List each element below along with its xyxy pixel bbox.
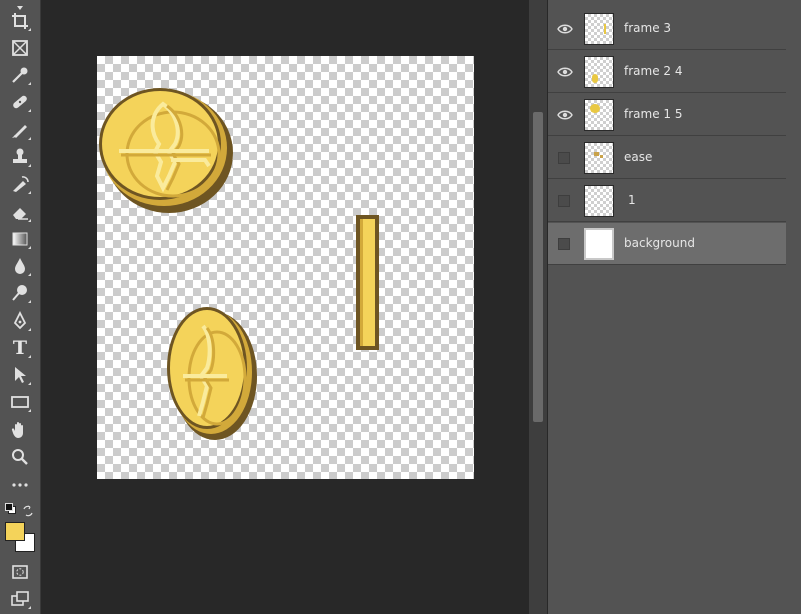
brush-tool[interactable]	[8, 118, 32, 142]
healing-brush-tool[interactable]	[8, 90, 32, 114]
dodge-tool[interactable]	[8, 281, 32, 305]
brush-icon	[12, 125, 27, 138]
layers-panel: frame 3 frame 2 4 frame 1 5 ease 1 backg…	[548, 0, 801, 614]
drop-icon	[15, 258, 25, 274]
layer-thumbnail	[584, 99, 614, 131]
foreground-color-swatch[interactable]	[5, 522, 25, 541]
quick-mask-icon	[12, 565, 28, 579]
layer-name: frame 2 4	[624, 64, 683, 78]
rectangle-tool[interactable]	[8, 390, 32, 414]
eyedropper-icon	[12, 67, 28, 83]
bandage-icon	[13, 95, 27, 109]
bar-coin-sprite	[356, 215, 379, 350]
tools-toolbar: T	[0, 0, 41, 614]
layer-name: background	[624, 236, 695, 250]
eraser-icon	[13, 208, 28, 220]
default-colors-icon[interactable]	[5, 503, 16, 514]
visibility-eye-icon[interactable]	[556, 106, 574, 124]
zoom-tool[interactable]	[8, 445, 32, 469]
vertical-scrollbar[interactable]	[529, 0, 547, 614]
gradient-tool[interactable]	[8, 227, 32, 251]
ellipsis-icon	[12, 483, 28, 487]
type-icon: T	[12, 337, 28, 359]
layer-row-frame-2-4[interactable]: frame 2 4	[548, 51, 786, 93]
screen-mode-tool[interactable]	[8, 587, 32, 611]
type-tool[interactable]: T	[8, 336, 32, 360]
hand-icon	[11, 422, 23, 438]
scrollbar-thumb[interactable]	[533, 112, 543, 422]
screen-mode-icon	[11, 591, 29, 606]
path-selection-tool[interactable]	[8, 363, 32, 387]
clone-stamp-tool[interactable]	[8, 145, 32, 169]
layer-name: 1	[628, 193, 636, 207]
layer-name: ease	[624, 150, 653, 164]
layer-thumbnail	[584, 228, 614, 260]
layer-row-ease[interactable]: ease	[548, 137, 786, 179]
history-brush-tool[interactable]	[8, 172, 32, 196]
frame-tool[interactable]	[8, 36, 32, 60]
layer-thumbnail	[584, 13, 614, 45]
layer-name: frame 1 5	[624, 107, 683, 121]
canvas-workspace	[41, 0, 528, 614]
pen-tool[interactable]	[8, 309, 32, 333]
visibility-toggle-box[interactable]	[558, 238, 570, 250]
layer-thumbnail	[584, 56, 614, 88]
gradient-icon	[12, 232, 28, 246]
rectangle-icon	[11, 396, 29, 408]
eraser-tool[interactable]	[8, 200, 32, 224]
layer-thumbnail	[584, 185, 614, 217]
blur-tool[interactable]	[8, 254, 32, 278]
swap-colors-icon[interactable]	[22, 502, 34, 517]
eyedropper-tool[interactable]	[8, 63, 32, 87]
layer-row-frame-3[interactable]: frame 3	[548, 8, 786, 50]
hand-tool[interactable]	[8, 418, 32, 442]
zoom-icon	[12, 449, 28, 465]
dodge-icon	[12, 285, 27, 301]
frame-icon	[12, 40, 28, 56]
layer-name: frame 3	[624, 21, 672, 35]
layer-row-frame-1-5[interactable]: frame 1 5	[548, 94, 786, 136]
layer-row-background[interactable]: background	[548, 223, 786, 265]
pen-icon	[13, 311, 27, 330]
history-brush-icon	[13, 176, 29, 192]
visibility-eye-icon[interactable]	[556, 20, 574, 38]
visibility-eye-icon[interactable]	[556, 63, 574, 81]
document-canvas[interactable]	[97, 56, 474, 479]
crop-tool[interactable]	[8, 9, 32, 33]
round-coin-sprite	[99, 88, 233, 213]
layer-thumbnail	[584, 142, 614, 174]
stamp-icon	[13, 148, 27, 163]
crop-icon	[12, 13, 28, 29]
quick-mask-tool[interactable]	[8, 560, 32, 584]
layer-row-1[interactable]: 1	[548, 180, 786, 222]
oval-coin-sprite	[167, 307, 257, 440]
visibility-toggle-box[interactable]	[558, 195, 570, 207]
arrow-icon	[15, 367, 26, 383]
visibility-toggle-box[interactable]	[558, 152, 570, 164]
more-tools[interactable]	[8, 473, 32, 497]
